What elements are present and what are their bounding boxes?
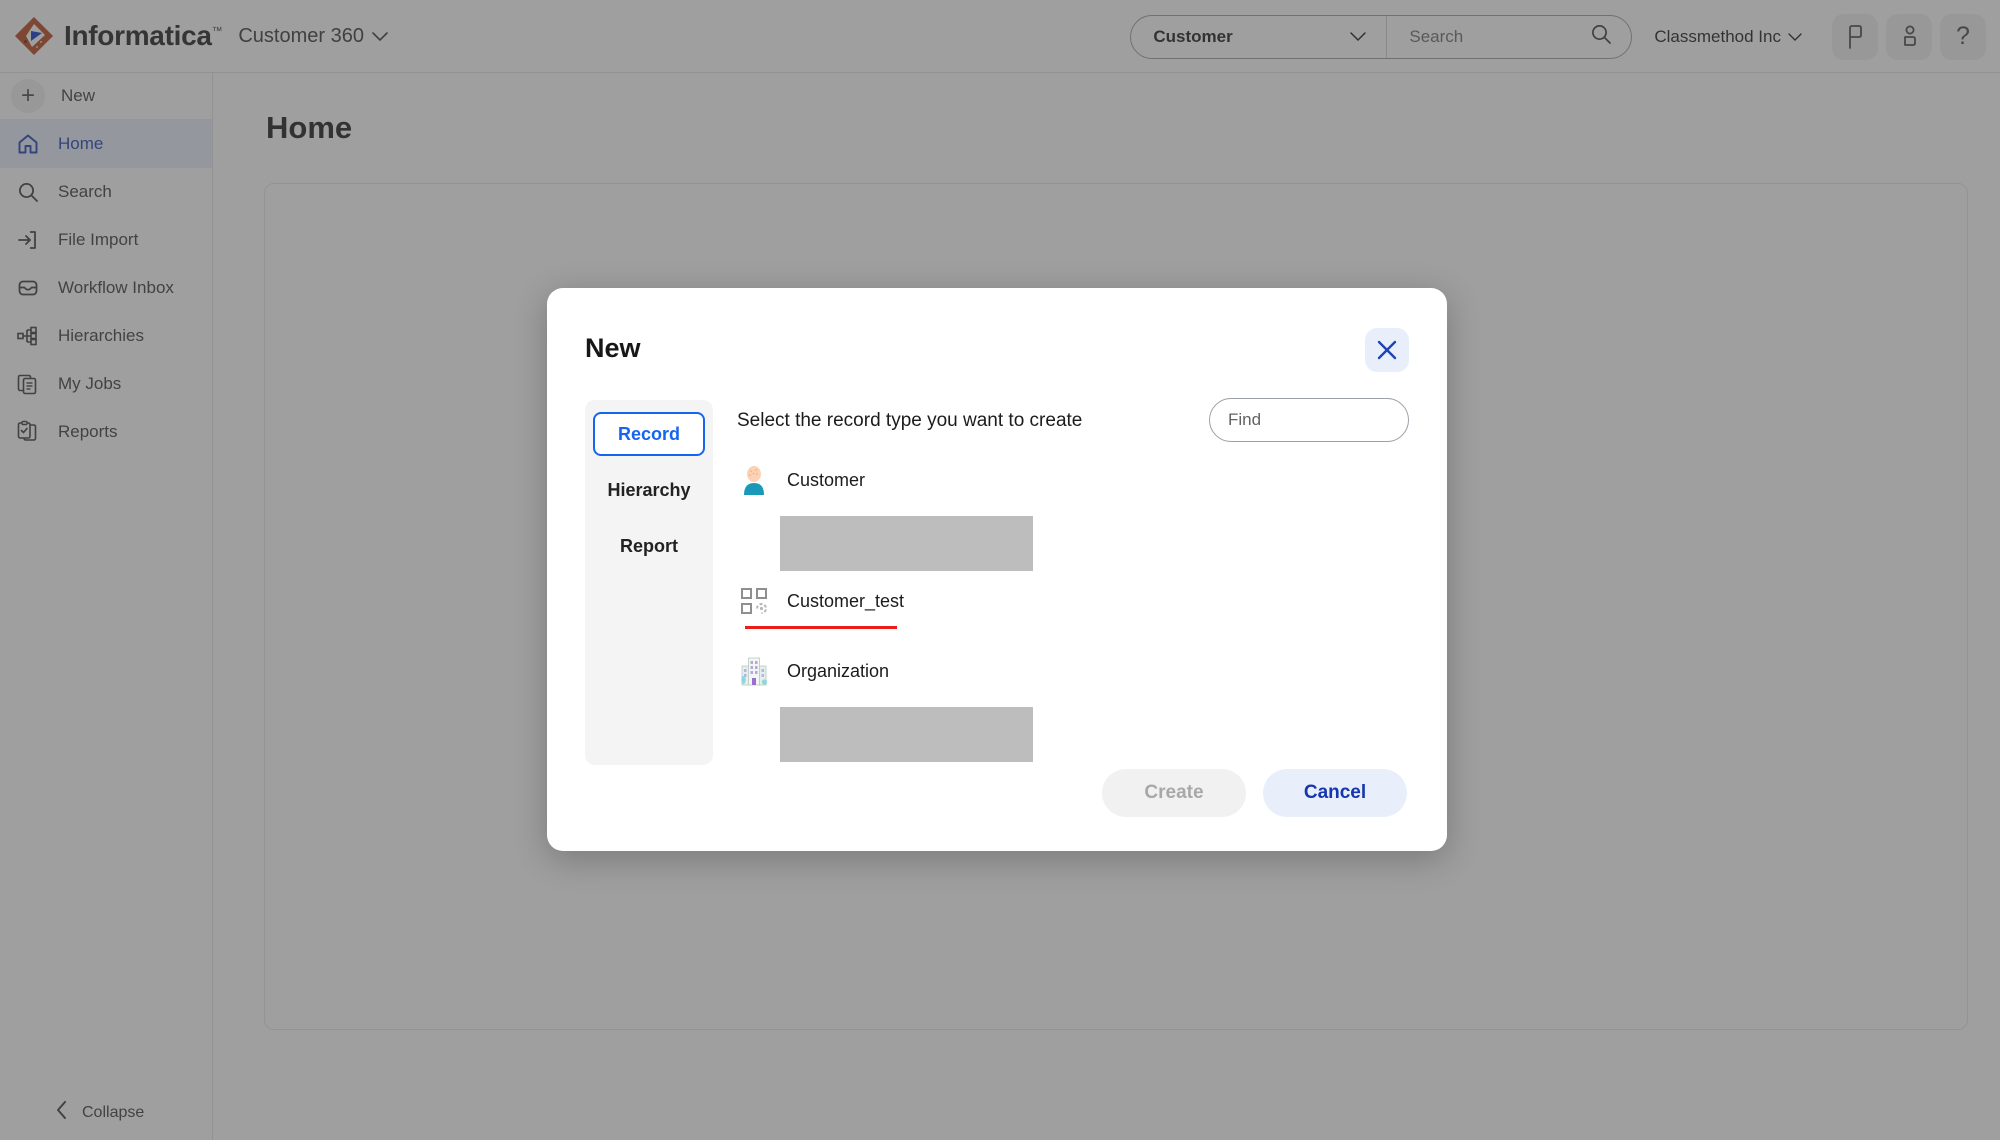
- tab-report[interactable]: Report: [593, 524, 705, 568]
- app-root: Informatica™ Customer 360 Customer: [0, 0, 2000, 1140]
- record-type-label: Organization: [787, 660, 890, 681]
- loading-placeholder: [780, 516, 1033, 571]
- dialog-footer: Create Cancel: [547, 769, 1447, 817]
- tab-label: Record: [617, 423, 680, 444]
- cancel-button[interactable]: Cancel: [1263, 769, 1407, 817]
- tab-record[interactable]: Record: [593, 412, 705, 456]
- close-icon[interactable]: [1365, 328, 1409, 372]
- dialog-tab-list: Record Hierarchy Report: [585, 400, 713, 765]
- tab-label: Report: [620, 535, 678, 556]
- dialog-title: New: [585, 333, 641, 363]
- record-type-option-customer[interactable]: Customer: [737, 456, 1409, 504]
- new-record-dialog: New Record Hierarchy Report Select the r…: [547, 288, 1447, 851]
- create-button[interactable]: Create: [1102, 769, 1246, 817]
- loading-placeholder: [780, 707, 1033, 762]
- find-input[interactable]: [1228, 410, 1390, 430]
- record-type-option-customer-test[interactable]: Customer_test: [737, 577, 1409, 629]
- person-avatar-icon: [737, 463, 771, 497]
- record-type-label: Customer: [787, 469, 866, 490]
- panel-instruction: Select the record type you want to creat…: [737, 410, 1083, 431]
- record-type-option-organization[interactable]: Organization: [737, 647, 1409, 695]
- qr-grid-icon: [737, 584, 771, 618]
- tab-hierarchy[interactable]: Hierarchy: [593, 468, 705, 512]
- record-type-list: Customer Customer_test Organization: [737, 456, 1409, 768]
- building-icon: [737, 654, 771, 688]
- record-type-label: Customer_test: [787, 590, 905, 611]
- tab-label: Hierarchy: [607, 479, 691, 500]
- find-field: [1209, 398, 1409, 442]
